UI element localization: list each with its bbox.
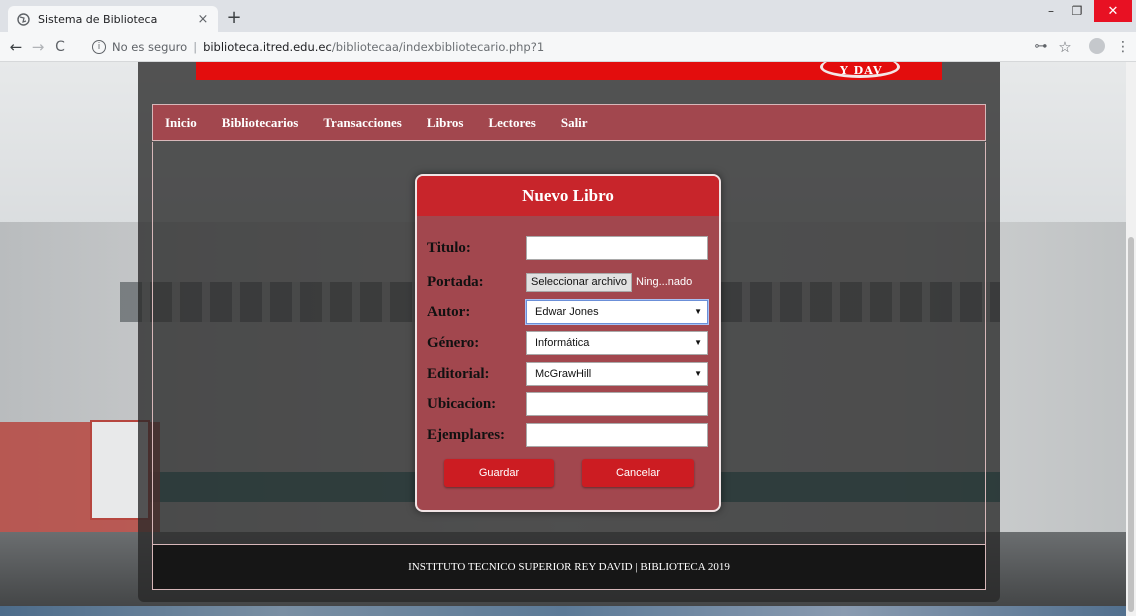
genero-selected: Informática — [535, 337, 590, 349]
new-tab-button[interactable]: + — [224, 8, 244, 28]
star-icon[interactable]: ☆ — [1056, 38, 1074, 56]
footer-text: INSTITUTO TECNICO SUPERIOR REY DAVID | B… — [408, 561, 730, 573]
autor-row: Autor: Edwar Jones ▼ — [427, 300, 709, 324]
page-footer: INSTITUTO TECNICO SUPERIOR REY DAVID | B… — [152, 544, 986, 590]
ubicacion-label: Ubicacion: — [427, 395, 497, 412]
back-arrow-icon[interactable]: ← — [6, 37, 26, 57]
form-header: Nuevo Libro — [417, 176, 719, 216]
scrollbar-thumb[interactable] — [1128, 237, 1134, 612]
url-separator: | — [193, 40, 198, 54]
menu-item-lectores[interactable]: Lectores — [488, 115, 535, 131]
menu-item-inicio[interactable]: Inicio — [165, 115, 197, 131]
genero-select[interactable]: Informática ▼ — [526, 331, 708, 355]
tab-title: Sistema de Biblioteca — [38, 12, 158, 26]
browser-toolbar: ← → C i No es seguro | biblioteca.itred.… — [0, 32, 1136, 62]
ejemplares-row: Ejemplares: — [427, 423, 709, 447]
titulo-row: Titulo: — [427, 236, 709, 260]
titulo-input[interactable] — [526, 236, 708, 260]
autor-selected: Edwar Jones — [535, 306, 599, 318]
new-book-form: Nuevo Libro Titulo: Portada: Seleccionar… — [415, 174, 721, 512]
dropdown-arrow-icon: ▼ — [694, 338, 702, 347]
file-select-button[interactable]: Seleccionar archivo — [526, 272, 632, 292]
ubicacion-input[interactable] — [526, 392, 708, 416]
logo-text: Y DAV — [840, 64, 883, 77]
autor-select[interactable]: Edwar Jones ▼ — [526, 300, 708, 324]
key-icon[interactable]: ⊶ — [1032, 38, 1050, 56]
account-icon[interactable] — [1088, 38, 1106, 56]
ejemplares-input[interactable] — [526, 423, 708, 447]
browser-tab-bar: Sistema de Biblioteca × + – ❐ ✕ — [0, 0, 1136, 32]
window-minimize-button[interactable]: – — [1038, 0, 1064, 22]
portada-label: Portada: — [427, 273, 484, 290]
editorial-select[interactable]: McGrawHill ▼ — [526, 362, 708, 386]
editorial-selected: McGrawHill — [535, 368, 592, 380]
taskbar-strip — [0, 606, 1126, 616]
editorial-row: Editorial: McGrawHill ▼ — [427, 362, 709, 386]
address-bar[interactable]: i No es seguro | biblioteca.itred.edu.ec… — [92, 36, 1018, 58]
globe-icon — [16, 12, 30, 26]
menu-item-salir[interactable]: Salir — [561, 115, 588, 131]
kebab-menu-icon[interactable]: ⋮ — [1114, 38, 1132, 56]
file-status: Ning...nado — [636, 276, 693, 288]
menu-item-transacciones[interactable]: Transacciones — [323, 115, 401, 131]
browser-tab[interactable]: Sistema de Biblioteca × — [8, 6, 218, 32]
dropdown-arrow-icon: ▼ — [694, 369, 702, 378]
tab-close-icon[interactable]: × — [196, 12, 210, 27]
page-viewport: Y DAV Inicio Bibliotecarios Transaccione… — [0, 62, 1126, 616]
window-maximize-button[interactable]: ❐ — [1064, 0, 1090, 22]
page-scrollbar[interactable] — [1126, 62, 1136, 616]
info-icon[interactable]: i — [92, 40, 106, 54]
ubicacion-row: Ubicacion: — [427, 392, 709, 416]
editorial-label: Editorial: — [427, 365, 490, 382]
save-button[interactable]: Guardar — [444, 459, 554, 487]
menu-item-libros[interactable]: Libros — [427, 115, 464, 131]
genero-label: Género: — [427, 334, 480, 351]
autor-label: Autor: — [427, 303, 471, 320]
main-menu: Inicio Bibliotecarios Transacciones Libr… — [152, 104, 986, 141]
url-path: /bibliotecaa/indexbibliotecario.php?1 — [331, 40, 545, 54]
ejemplares-label: Ejemplares: — [427, 426, 506, 443]
menu-item-bibliotecarios[interactable]: Bibliotecarios — [222, 115, 299, 131]
titulo-label: Titulo: — [427, 239, 471, 256]
reload-icon[interactable]: C — [50, 37, 70, 57]
form-title: Nuevo Libro — [522, 186, 614, 205]
forward-arrow-icon[interactable]: → — [28, 37, 48, 57]
security-label: No es seguro — [112, 40, 188, 54]
url-host: biblioteca.itred.edu.ec — [203, 40, 332, 54]
window-close-button[interactable]: ✕ — [1094, 0, 1132, 22]
genero-row: Género: Informática ▼ — [427, 331, 709, 355]
dropdown-arrow-icon: ▼ — [694, 307, 702, 316]
cancel-button[interactable]: Cancelar — [582, 459, 694, 487]
portada-row: Portada: Seleccionar archivo Ning...nado — [427, 270, 709, 294]
